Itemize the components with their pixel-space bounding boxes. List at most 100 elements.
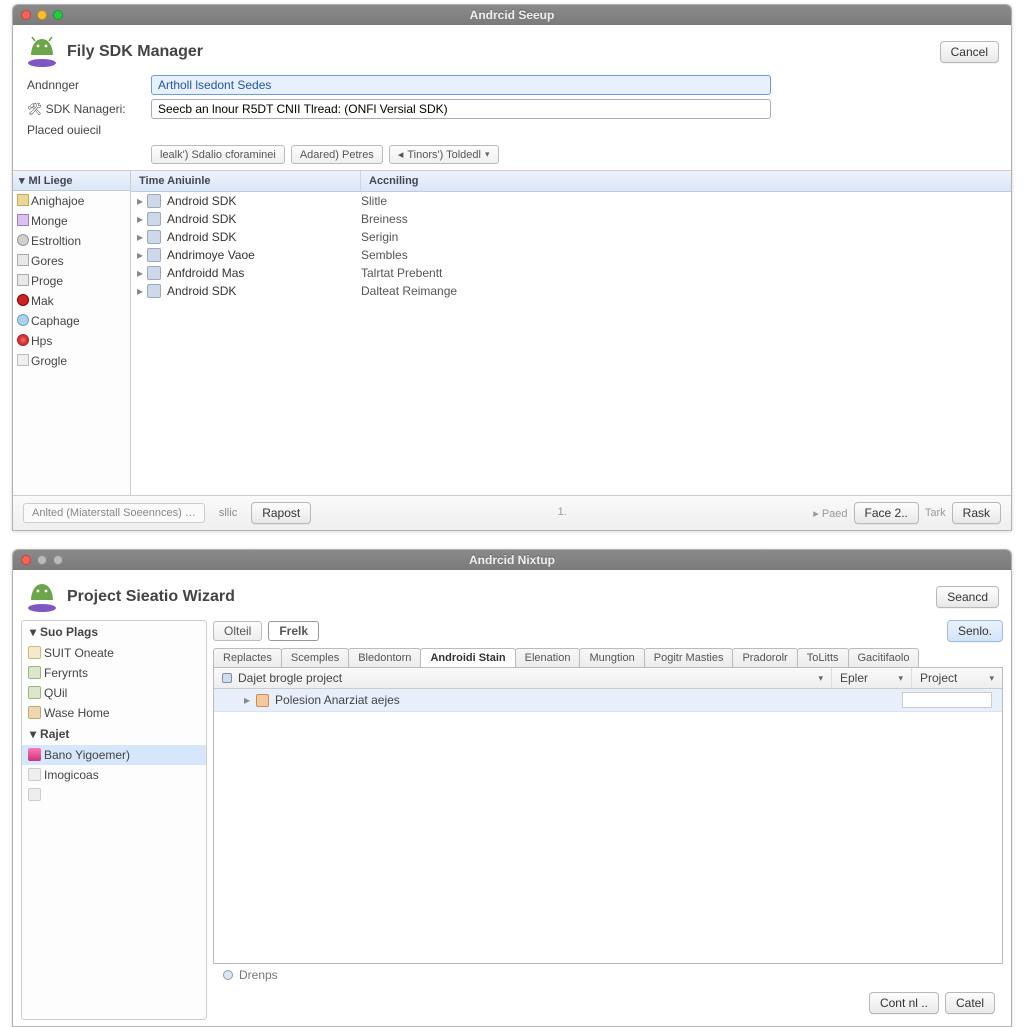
seancd-button[interactable]: Seancd — [936, 586, 999, 608]
sidebar2-item-side2b-2[interactable] — [22, 785, 206, 791]
rapost-button[interactable]: Rapost — [251, 502, 311, 524]
sidebar-header[interactable]: ▾ Ml Liege — [13, 171, 130, 191]
sidebar-item-1[interactable]: Monge — [13, 211, 130, 231]
tab-pradorolr[interactable]: Pradorolr — [732, 648, 797, 667]
tab-bledontorn[interactable]: Bledontorn — [348, 648, 421, 667]
sidebar-item-2[interactable]: Estroltion — [13, 231, 130, 251]
cont-button[interactable]: Cont nl .. — [869, 992, 939, 1014]
rask-button[interactable]: Rask — [952, 502, 1001, 524]
sdk-manager-label: 🛠 SDK Nanageri: — [27, 102, 151, 116]
doc-icon — [222, 673, 232, 683]
sdk-path-input[interactable] — [151, 99, 771, 119]
sidebar2-item-side2b-1[interactable]: Imogicoas — [22, 765, 206, 785]
sidebar2-icon — [28, 788, 41, 801]
window-title: Andrcid Seeup — [13, 8, 1011, 22]
sidebar-icon — [17, 254, 29, 266]
page-indicator: 1. — [558, 504, 567, 522]
frell-button[interactable]: Frelk — [268, 621, 319, 641]
sidebar-item-8[interactable]: Grogle — [13, 351, 130, 371]
page-title-2: Project Sieatio Wizard — [67, 588, 235, 606]
tree-row[interactable]: ▸Android SDKSlitle — [131, 192, 1011, 210]
col-project[interactable]: Dajet brogle project ▾ — [214, 668, 832, 688]
andnnger-input[interactable] — [151, 75, 771, 95]
window-title-2: Andrcid Nixtup — [13, 553, 1011, 567]
tree-row[interactable]: ▸Android SDKBreiness — [131, 210, 1011, 228]
sidebar-item-4[interactable]: Proge — [13, 271, 130, 291]
package-icon — [147, 266, 161, 280]
sidebar2-item-side2a-1[interactable]: Feryrnts — [22, 663, 206, 683]
face-button[interactable]: Face 2.. — [854, 502, 919, 524]
sidebar-icon — [17, 354, 29, 366]
tab-elenation[interactable]: Elenation — [515, 648, 581, 667]
sidebar2-item-side2b-0[interactable]: Bano Yigoemer) — [22, 745, 206, 765]
status-bar: Drenps — [213, 964, 1003, 986]
senlo-button[interactable]: Senlo. — [947, 620, 1003, 642]
sidebar2-icon — [28, 706, 41, 719]
tab-mungtion[interactable]: Mungtion — [579, 648, 644, 667]
sidebar2-head2[interactable]: ▾ Rajet — [22, 723, 206, 745]
anlted-button[interactable]: Anlted (Miaterstall Soeennces) … — [23, 503, 205, 523]
sidebar-icon — [17, 214, 29, 226]
sidebar2-item-side2a-2[interactable]: QUil — [22, 683, 206, 703]
sidebar2-icon — [28, 686, 41, 699]
sidebar-item-3[interactable]: Gores — [13, 251, 130, 271]
catel-button[interactable]: Catel — [945, 992, 995, 1014]
filter-tabs: ReplactesScemplesBledontornAndroidi Stai… — [213, 648, 1003, 667]
person-icon — [256, 694, 269, 707]
tark-label: Tark — [925, 507, 946, 519]
sidebar2-head1[interactable]: ▾ Suo Plags — [22, 621, 206, 643]
tab-androidi stain[interactable]: Androidi Stain — [420, 648, 515, 667]
sdk-manager-window: Andrcid Seeup Fily SDK Manager Cancel An… — [12, 4, 1012, 531]
titlebar-2[interactable]: Andrcid Nixtup — [13, 550, 1011, 570]
sidebar2-icon — [28, 666, 41, 679]
sidebar2-icon — [28, 768, 41, 781]
cancel-button[interactable]: Cancel — [940, 41, 999, 63]
tab-tolitts[interactable]: ToLitts — [797, 648, 849, 667]
status-label: Drenps — [239, 968, 278, 982]
sidebar-icon — [17, 334, 29, 346]
package-icon — [147, 194, 161, 208]
status-icon — [223, 970, 233, 980]
wizard-sidebar: ▾ Suo Plags SUIT OneateFeryrntsQUilWase … — [21, 620, 207, 1020]
col-epler[interactable]: Epler▾ — [832, 668, 912, 688]
sidebar2-item-side2a-0[interactable]: SUIT Oneate — [22, 643, 206, 663]
sidebar-icon — [17, 294, 29, 306]
row-label: Polesion Anarziat aejes — [275, 693, 400, 707]
package-tree: Time Aniuinle Accniling ▸Android SDKSlit… — [131, 171, 1011, 495]
combo-tinors[interactable]: ◂ Tinors') Toldedl ▾ — [389, 145, 499, 164]
tab-replactes[interactable]: Replactes — [213, 648, 282, 667]
col-time[interactable]: Time Aniuinle — [131, 171, 361, 191]
tree-row[interactable]: ▸Android SDKDalteat Reimange — [131, 282, 1011, 300]
tab-scemples[interactable]: Scemples — [281, 648, 349, 667]
sidebar2-item-side2a-3[interactable]: Wase Home — [22, 703, 206, 723]
combo-studio[interactable]: lealk') Sdalio cforaminei — [151, 145, 285, 164]
tree-row[interactable]: ▸Andrimoye VaoeSembles — [131, 246, 1011, 264]
project-wizard-window: Andrcid Nixtup Project Sieatio Wizard Se… — [12, 549, 1012, 1027]
page-title: Fily SDK Manager — [67, 43, 203, 61]
project-row[interactable]: ▸ Polesion Anarziat aejes — [214, 689, 1002, 712]
row-input[interactable] — [902, 692, 992, 708]
tab-pogitr masties[interactable]: Pogitr Masties — [644, 648, 734, 667]
sidebar2-icon — [28, 748, 41, 761]
sidebar-icon — [17, 194, 29, 206]
sidebar-item-0[interactable]: Anighajoe — [13, 191, 130, 211]
sidebar-icon — [17, 234, 29, 246]
sidebar-item-6[interactable]: Caphage — [13, 311, 130, 331]
project-panel: Dajet brogle project ▾ Epler▾ Project▾ ▸… — [213, 667, 1003, 964]
paed-label: ▸ Paed — [813, 507, 847, 520]
tab-gacitifaolo[interactable]: Gacitifaolo — [848, 648, 920, 667]
package-icon — [147, 230, 161, 244]
sidebar-item-5[interactable]: Mak — [13, 291, 130, 311]
oftel-button[interactable]: Olteil — [213, 621, 262, 641]
category-sidebar: ▾ Ml Liege AnighajoeMongeEstroltionGores… — [13, 171, 131, 495]
sidebar-icon — [17, 314, 29, 326]
tree-row[interactable]: ▸Android SDKSerigin — [131, 228, 1011, 246]
combo-adared[interactable]: Adared) Petres — [291, 145, 383, 164]
sidebar-item-7[interactable]: Hps — [13, 331, 130, 351]
tree-row[interactable]: ▸Anfdroidd MasTalrtat Prebentt — [131, 264, 1011, 282]
sllic-label: sllic — [211, 504, 245, 522]
col-project2[interactable]: Project▾ — [912, 668, 1002, 688]
titlebar[interactable]: Andrcid Seeup — [13, 5, 1011, 25]
col-accniling[interactable]: Accniling — [361, 171, 453, 191]
andnnger-label: Andnnger — [27, 78, 151, 92]
